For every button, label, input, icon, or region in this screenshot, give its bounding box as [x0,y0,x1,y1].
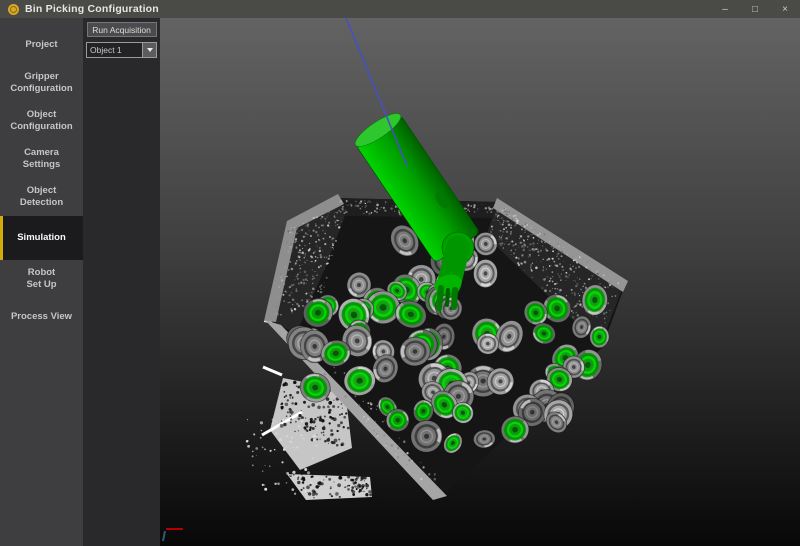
sidebar-item-object-detection[interactable]: Object Detection [0,178,83,216]
close-button[interactable]: × [770,0,800,18]
object-select-value: Object 1 [90,45,122,55]
run-acquisition-button[interactable]: Run Acquisition [86,22,157,37]
chevron-down-icon [146,48,153,52]
titlebar: Bin Picking Configuration – □ × [0,0,800,18]
dropdown-arrow-button[interactable] [142,43,156,57]
sidebar-item-process-view[interactable]: Process View [0,298,83,336]
sidebar-item-simulation[interactable]: Simulation [0,216,83,260]
sidebar-item-robot-set-up[interactable]: Robot Set Up [0,260,83,298]
window-controls: – □ × [710,0,800,18]
app-logo-icon [8,3,19,15]
app-window: Bin Picking Configuration – □ × Project … [0,0,800,546]
point-cloud-scene [160,18,800,546]
tool-panel: Run Acquisition Object 1 [83,18,160,546]
sidebar-nav: Project Gripper Configuration Object Con… [0,18,83,546]
sidebar-item-gripper-configuration[interactable]: Gripper Configuration [0,64,83,102]
sidebar-item-object-configuration[interactable]: Object Configuration [0,102,83,140]
3d-viewport[interactable] [160,18,800,546]
object-select-dropdown[interactable]: Object 1 [86,42,157,58]
sidebar-item-project[interactable]: Project [0,26,83,64]
window-title: Bin Picking Configuration [25,3,159,15]
minimize-button[interactable]: – [710,0,740,18]
sidebar-item-camera-settings[interactable]: Camera Settings [0,140,83,178]
maximize-button[interactable]: □ [740,0,770,18]
